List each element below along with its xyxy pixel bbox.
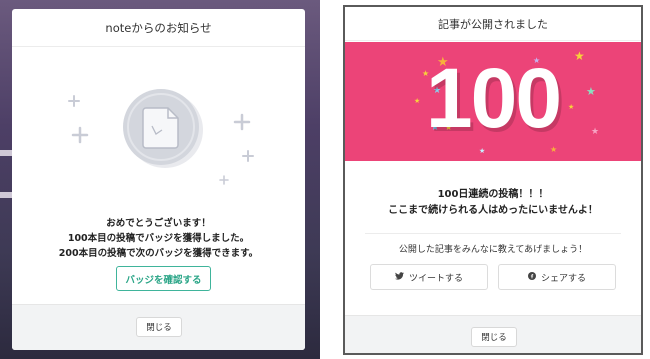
facebook-icon xyxy=(527,272,536,282)
message-line: 100日連続の投稿！！！ xyxy=(437,189,549,200)
tweet-button-label: ツイートする xyxy=(408,272,463,283)
modal-title: noteからのお知らせ xyxy=(105,20,212,35)
document-icon xyxy=(142,107,179,149)
divider xyxy=(365,233,621,234)
badge-message: おめでとうございます！ 100本目の投稿でバッジを獲得しました。 200本目の投… xyxy=(12,216,305,261)
badge-notification-modal: noteからのお知らせ おめでとうございます！ 100本目の投稿でバッジを獲得し… xyxy=(12,9,305,350)
star-icon: ★ xyxy=(479,147,486,155)
article-published-modal: 記事が公開されました ★ ★ ★ ★ ★ ★ ★ ★ ★ ★ ★ ★ ★ 100… xyxy=(343,5,643,355)
modal-title: 記事が公開されました xyxy=(438,17,548,31)
message-line: 100本目の投稿でバッジを獲得しました。 xyxy=(67,233,250,244)
close-button[interactable]: 閉じる xyxy=(471,327,517,347)
message-line: ここまで続けられる人はめったにいませんよ！ xyxy=(388,205,598,216)
sparkle-plus-icon xyxy=(233,113,251,131)
celebration-banner: ★ ★ ★ ★ ★ ★ ★ ★ ★ ★ ★ ★ ★ 100 xyxy=(345,42,641,161)
message-line: おめでとうございます！ xyxy=(106,218,211,229)
message-line: 200本目の投稿で次のバッジを獲得できます。 xyxy=(58,248,259,259)
sparkle-plus-icon xyxy=(71,126,89,144)
view-badge-button[interactable]: バッジを確認する xyxy=(116,266,211,291)
twitter-icon xyxy=(394,272,404,282)
badge-illustration xyxy=(68,89,254,185)
streak-message: 100日連続の投稿！！！ ここまで続けられる人はめったにいませんよ！ xyxy=(345,187,641,219)
modal-footer: 閉じる xyxy=(12,304,305,350)
left-backdrop: noteからのお知らせ おめでとうございます！ 100本目の投稿でバッジを獲得し… xyxy=(0,0,320,359)
star-icon: ★ xyxy=(550,145,558,154)
sparkle-plus-icon xyxy=(219,175,229,185)
modal-header: 記事が公開されました xyxy=(345,7,641,41)
backdrop-fragment xyxy=(0,150,12,156)
sparkle-plus-icon xyxy=(242,150,254,162)
tweet-button[interactable]: ツイートする xyxy=(370,264,488,290)
share-prompt: 公開した記事をみんなに教えてあげましょう！ xyxy=(398,245,588,255)
sparkle-plus-icon xyxy=(68,95,80,107)
modal-header: noteからのお知らせ xyxy=(12,9,305,47)
share-button-label: シェアする xyxy=(540,272,586,283)
streak-number: 100 xyxy=(425,51,562,145)
modal-footer: 閉じる xyxy=(345,315,641,353)
backdrop-fragment xyxy=(0,192,12,198)
facebook-share-button[interactable]: シェアする xyxy=(498,264,616,290)
close-button[interactable]: 閉じる xyxy=(136,317,182,337)
